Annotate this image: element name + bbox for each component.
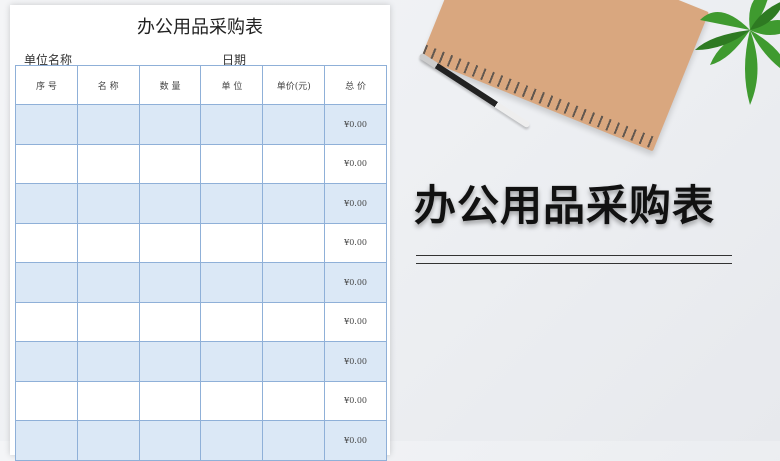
table-header-row: 序 号 名 称 数 量 单 位 单价(元) 总 价 bbox=[15, 65, 387, 105]
table-cell bbox=[15, 222, 78, 263]
table-cell bbox=[138, 420, 202, 461]
table-cell bbox=[200, 143, 264, 184]
table-row: ¥0.00 bbox=[15, 341, 387, 382]
potted-plant bbox=[695, 0, 780, 105]
table-cell bbox=[15, 183, 78, 224]
table-row: ¥0.00 bbox=[15, 183, 387, 224]
table-cell bbox=[138, 143, 202, 184]
sheet-title: 办公用品采购表 bbox=[137, 17, 263, 38]
total-cell: ¥0.00 bbox=[324, 143, 387, 184]
table-cell bbox=[76, 380, 140, 421]
header-unit: 单 位 bbox=[200, 65, 264, 105]
notebook-spiral bbox=[421, 44, 659, 150]
table-cell bbox=[76, 420, 140, 461]
table-cell bbox=[76, 104, 140, 145]
table-body: ¥0.00 ¥0.00 ¥0.00 ¥0.00 ¥0.00 ¥0.00 ¥0.00 ¥0.00… bbox=[15, 104, 387, 461]
table-cell bbox=[262, 301, 326, 342]
table-cell bbox=[200, 262, 264, 303]
table-cell bbox=[138, 341, 202, 382]
table-cell bbox=[15, 301, 78, 342]
table-cell bbox=[15, 262, 78, 303]
header-unit-price: 单价(元) bbox=[262, 65, 326, 105]
header-total: 总 价 bbox=[324, 65, 387, 105]
table-cell bbox=[262, 262, 326, 303]
table-cell bbox=[15, 420, 78, 461]
table-cell bbox=[262, 143, 326, 184]
header-quantity: 数 量 bbox=[138, 65, 202, 105]
table-cell bbox=[138, 262, 202, 303]
table-row: ¥0.00 bbox=[15, 380, 387, 421]
banner-title: 办公用品采购表 bbox=[414, 181, 716, 230]
table-row: ¥0.00 bbox=[15, 222, 387, 263]
table-cell bbox=[15, 380, 78, 421]
table-row: ¥0.00 bbox=[15, 420, 387, 461]
table-cell bbox=[76, 183, 140, 224]
table-row: ¥0.00 bbox=[15, 104, 387, 145]
table-cell bbox=[200, 380, 264, 421]
table-cell bbox=[200, 222, 264, 263]
total-cell: ¥0.00 bbox=[324, 183, 387, 224]
table-cell bbox=[15, 104, 78, 145]
banner-rule-bottom bbox=[416, 263, 732, 264]
total-cell: ¥0.00 bbox=[324, 104, 387, 145]
table-cell bbox=[15, 143, 78, 184]
table-row: ¥0.00 bbox=[15, 262, 387, 303]
table-cell bbox=[138, 380, 202, 421]
total-cell: ¥0.00 bbox=[324, 420, 387, 461]
table-cell bbox=[15, 341, 78, 382]
table-cell bbox=[262, 341, 326, 382]
total-cell: ¥0.00 bbox=[324, 222, 387, 263]
total-cell: ¥0.00 bbox=[324, 262, 387, 303]
table-cell bbox=[76, 301, 140, 342]
banner-rule-top bbox=[416, 255, 732, 256]
table-cell bbox=[200, 301, 264, 342]
table-cell bbox=[200, 420, 264, 461]
table-cell bbox=[200, 183, 264, 224]
table-cell bbox=[262, 183, 326, 224]
total-cell: ¥0.00 bbox=[324, 380, 387, 421]
table-cell bbox=[200, 341, 264, 382]
table-cell bbox=[138, 301, 202, 342]
table-cell bbox=[262, 104, 326, 145]
table-cell bbox=[76, 341, 140, 382]
table-cell bbox=[138, 104, 202, 145]
table-cell bbox=[262, 222, 326, 263]
table-cell bbox=[138, 183, 202, 224]
table-row: ¥0.00 bbox=[15, 301, 387, 342]
table-cell bbox=[262, 380, 326, 421]
total-cell: ¥0.00 bbox=[324, 341, 387, 382]
table-cell bbox=[76, 143, 140, 184]
header-index: 序 号 bbox=[15, 65, 78, 105]
table-row: ¥0.00 bbox=[15, 143, 387, 184]
total-cell: ¥0.00 bbox=[324, 301, 387, 342]
purchase-form-sheet: 办公用品采购表 单位名称 日期 序 号 名 称 数 量 单 位 单价(元) 总 … bbox=[10, 5, 390, 461]
purchase-table: 序 号 名 称 数 量 单 位 单价(元) 总 价 ¥0.00 ¥0.00 ¥0.0… bbox=[15, 65, 387, 461]
header-name: 名 称 bbox=[76, 65, 140, 105]
table-cell bbox=[76, 222, 140, 263]
table-cell bbox=[200, 104, 264, 145]
spiral-notebook bbox=[421, 0, 709, 152]
table-cell bbox=[138, 222, 202, 263]
table-cell bbox=[262, 420, 326, 461]
table-cell bbox=[76, 262, 140, 303]
